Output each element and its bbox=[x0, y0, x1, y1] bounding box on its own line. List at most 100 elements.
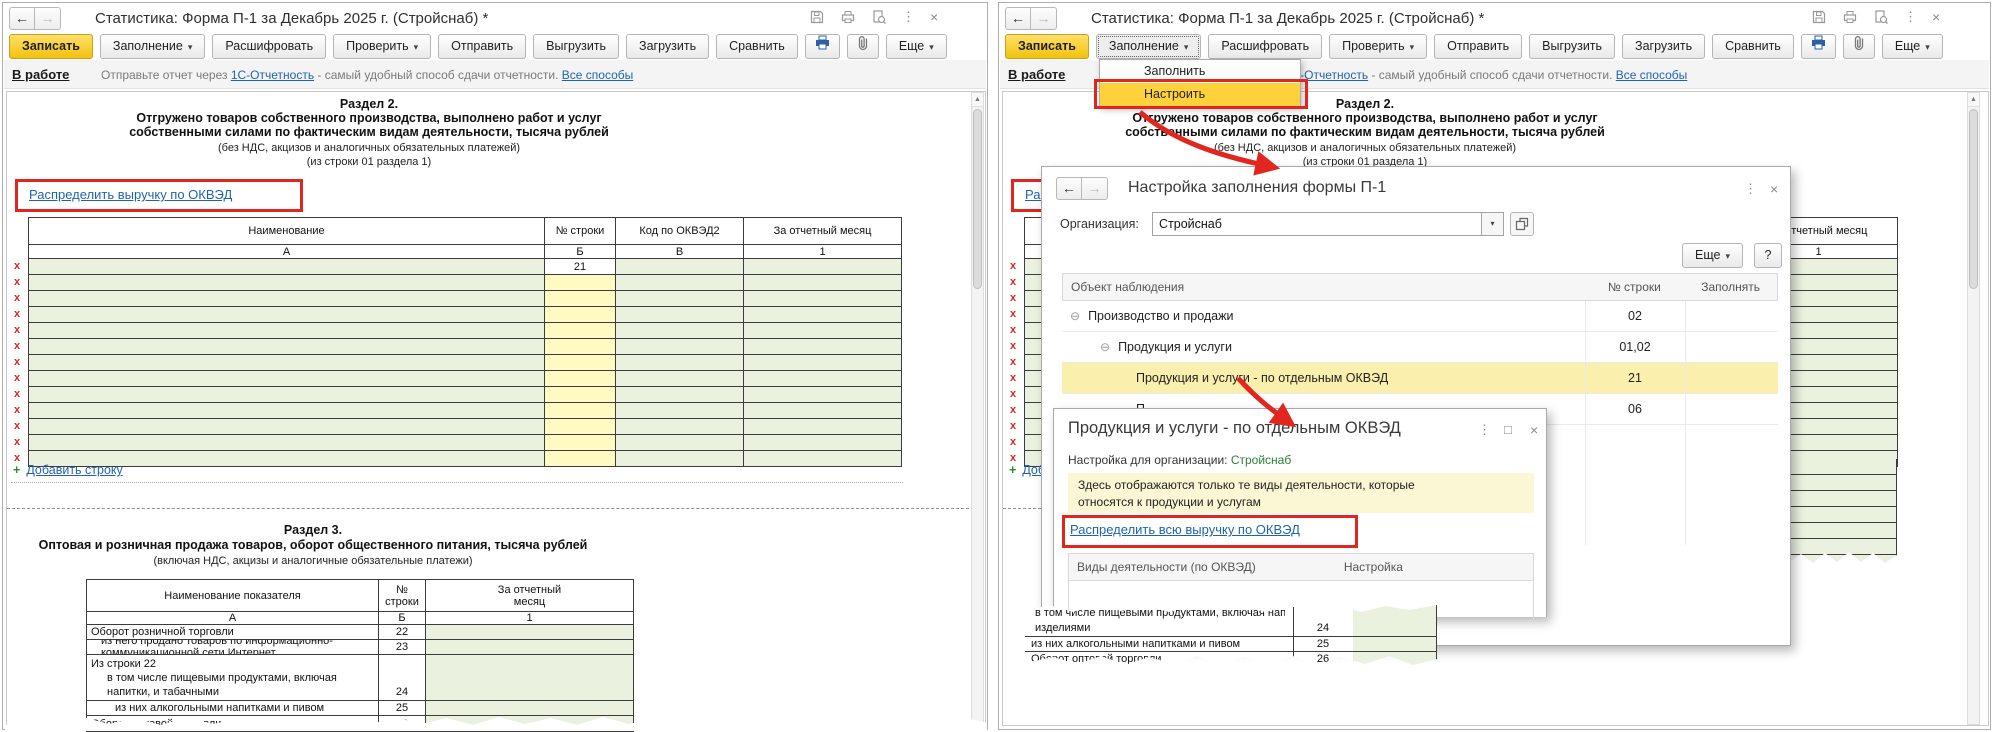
close-icon[interactable]: × bbox=[1530, 422, 1538, 438]
attachment-button[interactable] bbox=[847, 34, 879, 59]
delete-row-icon[interactable]: x bbox=[14, 324, 20, 337]
month-cell[interactable] bbox=[744, 451, 902, 467]
rownum-cell[interactable] bbox=[545, 339, 616, 355]
delete-row-icon[interactable]: x bbox=[1010, 276, 1016, 289]
import-button[interactable]: Загрузить bbox=[1622, 34, 1705, 59]
close-icon[interactable]: × bbox=[1770, 181, 1778, 197]
delete-row-icon[interactable]: x bbox=[1010, 308, 1016, 321]
okved-cell[interactable] bbox=[616, 371, 744, 387]
delete-row-icon[interactable]: x bbox=[1010, 388, 1016, 401]
delete-row-icon[interactable]: x bbox=[1010, 340, 1016, 353]
okved-cell[interactable] bbox=[616, 275, 744, 291]
help-button[interactable]: ? bbox=[1754, 243, 1782, 268]
delete-row-icon[interactable]: x bbox=[14, 436, 20, 449]
organization-field[interactable]: Стройснаб ▾ bbox=[1152, 212, 1504, 236]
delete-row-icon[interactable]: x bbox=[1010, 372, 1016, 385]
collapse-icon[interactable]: ⊖ bbox=[1100, 340, 1110, 354]
chevron-down-icon[interactable]: ▾ bbox=[1481, 213, 1503, 235]
send-button[interactable]: Отправить bbox=[438, 34, 526, 59]
delete-row-icon[interactable]: x bbox=[14, 388, 20, 401]
save-button[interactable]: Записать bbox=[9, 34, 93, 59]
back-icon[interactable]: ← bbox=[1056, 177, 1082, 200]
month-cell[interactable] bbox=[744, 355, 902, 371]
add-row-link[interactable]: +Добавить строку bbox=[13, 463, 123, 477]
month-cell[interactable] bbox=[426, 640, 634, 655]
maximize-icon[interactable]: □ bbox=[1504, 422, 1512, 437]
scrollbar-thumb[interactable] bbox=[1969, 109, 1978, 289]
tree-row-production[interactable]: ⊖Производство и продажи 02 bbox=[1062, 301, 1778, 332]
month-cell[interactable] bbox=[744, 339, 902, 355]
save-button[interactable]: Записать bbox=[1005, 34, 1089, 59]
compare-button[interactable]: Сравнить bbox=[1712, 34, 1794, 59]
print-icon[interactable] bbox=[840, 9, 856, 25]
back-icon[interactable]: ← bbox=[1005, 7, 1031, 30]
okved-cell[interactable] bbox=[616, 355, 744, 371]
scroll-up-icon[interactable]: ▲ bbox=[972, 93, 983, 107]
save-icon[interactable] bbox=[809, 9, 825, 25]
month-cell[interactable] bbox=[426, 625, 634, 640]
name-cell[interactable] bbox=[29, 275, 545, 291]
rownum-cell[interactable] bbox=[545, 275, 616, 291]
delete-row-icon[interactable]: x bbox=[14, 356, 20, 369]
rownum-cell[interactable] bbox=[545, 371, 616, 387]
forward-icon[interactable]: → bbox=[1031, 7, 1057, 30]
okved-cell[interactable] bbox=[616, 323, 744, 339]
all-ways-link[interactable]: Все способы bbox=[562, 68, 634, 82]
back-icon[interactable]: ← bbox=[9, 7, 35, 30]
name-cell[interactable] bbox=[29, 307, 545, 323]
forward-icon[interactable]: → bbox=[35, 7, 61, 30]
print-button[interactable] bbox=[1801, 34, 1836, 59]
delete-row-icon[interactable]: x bbox=[14, 260, 20, 273]
close-icon[interactable]: × bbox=[1932, 9, 1940, 25]
check-button[interactable]: Проверить▾ bbox=[1329, 34, 1427, 59]
kebab-icon[interactable]: ⋮ bbox=[902, 9, 915, 25]
name-cell[interactable] bbox=[29, 339, 545, 355]
print-button[interactable] bbox=[805, 34, 840, 59]
name-cell[interactable] bbox=[29, 403, 545, 419]
rownum-cell[interactable] bbox=[545, 387, 616, 403]
month-cell[interactable] bbox=[744, 291, 902, 307]
name-cell[interactable] bbox=[29, 371, 545, 387]
all-ways-link[interactable]: Все способы bbox=[1616, 68, 1688, 82]
preview-icon[interactable] bbox=[1873, 9, 1889, 25]
delete-row-icon[interactable]: x bbox=[1010, 260, 1016, 273]
okved-cell[interactable] bbox=[616, 291, 744, 307]
decrypt-button[interactable]: Расшифровать bbox=[1208, 34, 1322, 59]
open-organization-button[interactable] bbox=[1510, 212, 1534, 236]
tree-row-products-by-okved[interactable]: Продукция и услуги - по отдельным ОКВЭД … bbox=[1062, 363, 1778, 394]
delete-row-icon[interactable]: x bbox=[1010, 292, 1016, 305]
decrypt-button[interactable]: Расшифровать bbox=[212, 34, 326, 59]
name-cell[interactable] bbox=[29, 355, 545, 371]
collapse-icon[interactable]: ⊖ bbox=[1070, 309, 1080, 323]
scrollbar-thumb[interactable] bbox=[973, 109, 982, 289]
month-cell[interactable] bbox=[744, 387, 902, 403]
kebab-icon[interactable]: ⋮ bbox=[1744, 181, 1757, 197]
more-button[interactable]: Еще▾ bbox=[886, 34, 947, 59]
name-cell[interactable] bbox=[29, 435, 545, 451]
delete-row-icon[interactable]: x bbox=[14, 372, 20, 385]
delete-row-icon[interactable]: x bbox=[14, 420, 20, 433]
delete-row-icon[interactable]: x bbox=[1010, 324, 1016, 337]
name-cell[interactable] bbox=[29, 291, 545, 307]
month-cell[interactable] bbox=[426, 655, 634, 701]
okved-cell[interactable] bbox=[616, 403, 744, 419]
delete-row-icon[interactable]: x bbox=[14, 308, 20, 321]
rownum-cell[interactable] bbox=[545, 291, 616, 307]
delete-row-icon[interactable]: x bbox=[14, 292, 20, 305]
delete-row-icon[interactable]: x bbox=[1010, 420, 1016, 433]
import-button[interactable]: Загрузить bbox=[626, 34, 709, 59]
delete-row-icon[interactable]: x bbox=[14, 404, 20, 417]
delete-row-icon[interactable]: x bbox=[14, 340, 20, 353]
month-cell[interactable] bbox=[744, 307, 902, 323]
fill-button[interactable]: Заполнение▾ bbox=[100, 34, 205, 59]
rownum-cell[interactable] bbox=[545, 419, 616, 435]
kebab-icon[interactable]: ⋮ bbox=[1478, 422, 1491, 438]
vertical-scrollbar[interactable]: ▲ bbox=[971, 92, 984, 725]
compare-button[interactable]: Сравнить bbox=[716, 34, 798, 59]
okved-cell[interactable] bbox=[616, 387, 744, 403]
name-cell[interactable] bbox=[29, 387, 545, 403]
okved-cell[interactable] bbox=[616, 419, 744, 435]
rownum-cell[interactable] bbox=[545, 323, 616, 339]
status-state-link[interactable]: В работе bbox=[12, 67, 69, 82]
1c-reporting-link[interactable]: 1С-Отчетность bbox=[231, 68, 314, 82]
